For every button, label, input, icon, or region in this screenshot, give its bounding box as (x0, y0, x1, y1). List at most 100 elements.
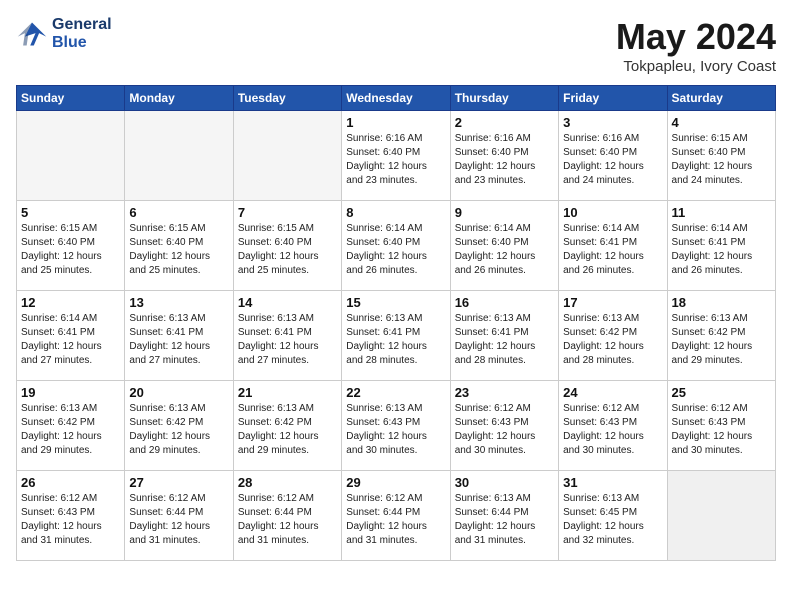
day-info: Sunrise: 6:13 AMSunset: 6:41 PMDaylight:… (238, 312, 337, 368)
day-info: Sunrise: 6:14 AMSunset: 6:41 PMDaylight:… (563, 222, 662, 278)
day-info: Sunrise: 6:13 AMSunset: 6:44 PMDaylight:… (455, 492, 554, 548)
calendar-day-cell: 6Sunrise: 6:15 AMSunset: 6:40 PMDaylight… (125, 201, 233, 291)
page-header: General Blue May 2024 Tokpapleu, Ivory C… (16, 16, 776, 75)
weekday-header: Saturday (667, 86, 775, 111)
day-number: 17 (563, 295, 662, 310)
day-number: 29 (346, 475, 445, 490)
day-info: Sunrise: 6:13 AMSunset: 6:42 PMDaylight:… (238, 402, 337, 458)
day-number: 30 (455, 475, 554, 490)
day-number: 18 (672, 295, 771, 310)
calendar-day-cell: 12 Sunrise: 6:14 AMSunset: 6:41 PMDayligh… (17, 291, 125, 381)
day-number: 5 (21, 205, 120, 220)
calendar-day-cell: 3 Sunrise: 6:16 AMSunset: 6:40 PMDaylight… (559, 111, 667, 201)
day-number: 26 (21, 475, 120, 490)
day-info: Sunrise: 6:13 AMSunset: 6:45 PMDaylight:… (563, 492, 662, 548)
weekday-header-row: SundayMondayTuesdayWednesdayThursdayFrid… (17, 86, 776, 111)
day-info: Sunrise: 6:12 AMSunset: 6:43 PMDaylight:… (21, 492, 120, 548)
day-number: 1 (346, 115, 445, 130)
calendar-day-cell: 1 Sunrise: 6:16 AMSunset: 6:40 PMDaylight… (342, 111, 450, 201)
day-info: Sunrise: 6:12 AMSunset: 6:43 PMDaylight:… (563, 402, 662, 458)
calendar-day-cell: 5 Sunrise: 6:15 AMSunset: 6:40 PMDaylight… (17, 201, 125, 291)
day-info: Sunrise: 6:15 AMSunset: 6:40 PMDaylight:… (238, 222, 337, 278)
day-info: Sunrise: 6:13 AMSunset: 6:41 PMDaylight:… (129, 312, 228, 368)
calendar-day-cell: 18 Sunrise: 6:13 AMSunset: 6:42 PMDayligh… (667, 291, 775, 381)
calendar-week-row: 1 Sunrise: 6:16 AMSunset: 6:40 PMDaylight… (17, 111, 776, 201)
day-number: 8 (346, 205, 445, 220)
calendar-day-cell: 15Sunrise: 6:13 AMSunset: 6:41 PMDayligh… (342, 291, 450, 381)
day-info: Sunrise: 6:13 AMSunset: 6:42 PMDaylight:… (21, 402, 120, 458)
logo-blue: Blue (52, 34, 112, 52)
calendar-week-row: 26 Sunrise: 6:12 AMSunset: 6:43 PMDayligh… (17, 471, 776, 561)
calendar-table: SundayMondayTuesdayWednesdayThursdayFrid… (16, 85, 776, 561)
calendar-day-cell: 31 Sunrise: 6:13 AMSunset: 6:45 PMDayligh… (559, 471, 667, 561)
calendar-week-row: 5 Sunrise: 6:15 AMSunset: 6:40 PMDaylight… (17, 201, 776, 291)
day-number: 23 (455, 385, 554, 400)
calendar-day-cell: 28 Sunrise: 6:12 AMSunset: 6:44 PMDayligh… (233, 471, 341, 561)
calendar-day-cell: 24Sunrise: 6:12 AMSunset: 6:43 PMDayligh… (559, 381, 667, 471)
day-number: 12 (21, 295, 120, 310)
calendar-day-cell: 25Sunrise: 6:12 AMSunset: 6:43 PMDayligh… (667, 381, 775, 471)
logo-text: General Blue (52, 16, 112, 51)
calendar-day-cell: 20 Sunrise: 6:13 AMSunset: 6:42 PMDayligh… (125, 381, 233, 471)
day-info: Sunrise: 6:15 AMSunset: 6:40 PMDaylight:… (672, 132, 771, 188)
weekday-header: Sunday (17, 86, 125, 111)
day-number: 31 (563, 475, 662, 490)
day-info: Sunrise: 6:14 AMSunset: 6:41 PMDaylight:… (21, 312, 120, 368)
calendar-day-cell (233, 111, 341, 201)
calendar-day-cell: 30 Sunrise: 6:13 AMSunset: 6:44 PMDayligh… (450, 471, 558, 561)
day-info: Sunrise: 6:12 AMSunset: 6:44 PMDaylight:… (238, 492, 337, 548)
day-number: 4 (672, 115, 771, 130)
calendar-day-cell (125, 111, 233, 201)
calendar-day-cell: 11 Sunrise: 6:14 AMSunset: 6:41 PMDayligh… (667, 201, 775, 291)
day-number: 27 (129, 475, 228, 490)
calendar-day-cell: 14 Sunrise: 6:13 AMSunset: 6:41 PMDayligh… (233, 291, 341, 381)
calendar-day-cell: 8 Sunrise: 6:14 AMSunset: 6:40 PMDaylight… (342, 201, 450, 291)
day-info: Sunrise: 6:14 AMSunset: 6:40 PMDaylight:… (346, 222, 445, 278)
calendar-day-cell: 10 Sunrise: 6:14 AMSunset: 6:41 PMDayligh… (559, 201, 667, 291)
day-info: Sunrise: 6:12 AMSunset: 6:44 PMDaylight:… (129, 492, 228, 548)
day-info: Sunrise: 6:13 AMSunset: 6:41 PMDaylight:… (346, 312, 445, 368)
calendar-day-cell: 23 Sunrise: 6:12 AMSunset: 6:43 PMDayligh… (450, 381, 558, 471)
calendar-day-cell: 16Sunrise: 6:13 AMSunset: 6:41 PMDayligh… (450, 291, 558, 381)
day-info: Sunrise: 6:14 AMSunset: 6:40 PMDaylight:… (455, 222, 554, 278)
calendar-day-cell: 7 Sunrise: 6:15 AMSunset: 6:40 PMDaylight… (233, 201, 341, 291)
day-number: 3 (563, 115, 662, 130)
day-info: Sunrise: 6:15 AMSunset: 6:40 PMDaylight:… (129, 222, 228, 278)
logo: General Blue (16, 16, 112, 51)
day-number: 7 (238, 205, 337, 220)
calendar-day-cell (667, 471, 775, 561)
day-number: 25 (672, 385, 771, 400)
calendar-day-cell: 29 Sunrise: 6:12 AMSunset: 6:44 PMDayligh… (342, 471, 450, 561)
day-info: Sunrise: 6:12 AMSunset: 6:44 PMDaylight:… (346, 492, 445, 548)
calendar-day-cell: 26 Sunrise: 6:12 AMSunset: 6:43 PMDayligh… (17, 471, 125, 561)
day-info: Sunrise: 6:13 AMSunset: 6:42 PMDaylight:… (129, 402, 228, 458)
day-info: Sunrise: 6:14 AMSunset: 6:41 PMDaylight:… (672, 222, 771, 278)
month-year-title: May 2024 (616, 16, 776, 58)
day-info: Sunrise: 6:12 AMSunset: 6:43 PMDaylight:… (455, 402, 554, 458)
day-number: 13 (129, 295, 228, 310)
calendar-day-cell: 4 Sunrise: 6:15 AMSunset: 6:40 PMDaylight… (667, 111, 775, 201)
day-info: Sunrise: 6:13 AMSunset: 6:42 PMDaylight:… (672, 312, 771, 368)
day-info: Sunrise: 6:16 AMSunset: 6:40 PMDaylight:… (563, 132, 662, 188)
day-number: 11 (672, 205, 771, 220)
day-number: 14 (238, 295, 337, 310)
day-info: Sunrise: 6:13 AMSunset: 6:43 PMDaylight:… (346, 402, 445, 458)
day-number: 28 (238, 475, 337, 490)
calendar-day-cell: 27 Sunrise: 6:12 AMSunset: 6:44 PMDayligh… (125, 471, 233, 561)
day-info: Sunrise: 6:16 AMSunset: 6:40 PMDaylight:… (455, 132, 554, 188)
day-number: 10 (563, 205, 662, 220)
calendar-day-cell: 21Sunrise: 6:13 AMSunset: 6:42 PMDayligh… (233, 381, 341, 471)
calendar-day-cell: 17 Sunrise: 6:13 AMSunset: 6:42 PMDayligh… (559, 291, 667, 381)
weekday-header: Thursday (450, 86, 558, 111)
calendar-day-cell: 9Sunrise: 6:14 AMSunset: 6:40 PMDaylight… (450, 201, 558, 291)
day-number: 19 (21, 385, 120, 400)
day-number: 2 (455, 115, 554, 130)
calendar-day-cell: 2 Sunrise: 6:16 AMSunset: 6:40 PMDaylight… (450, 111, 558, 201)
calendar-day-cell: 19 Sunrise: 6:13 AMSunset: 6:42 PMDayligh… (17, 381, 125, 471)
calendar-day-cell: 22Sunrise: 6:13 AMSunset: 6:43 PMDayligh… (342, 381, 450, 471)
title-block: May 2024 Tokpapleu, Ivory Coast (616, 16, 776, 75)
day-info: Sunrise: 6:15 AMSunset: 6:40 PMDaylight:… (21, 222, 120, 278)
day-number: 20 (129, 385, 228, 400)
day-info: Sunrise: 6:16 AMSunset: 6:40 PMDaylight:… (346, 132, 445, 188)
day-info: Sunrise: 6:13 AMSunset: 6:42 PMDaylight:… (563, 312, 662, 368)
